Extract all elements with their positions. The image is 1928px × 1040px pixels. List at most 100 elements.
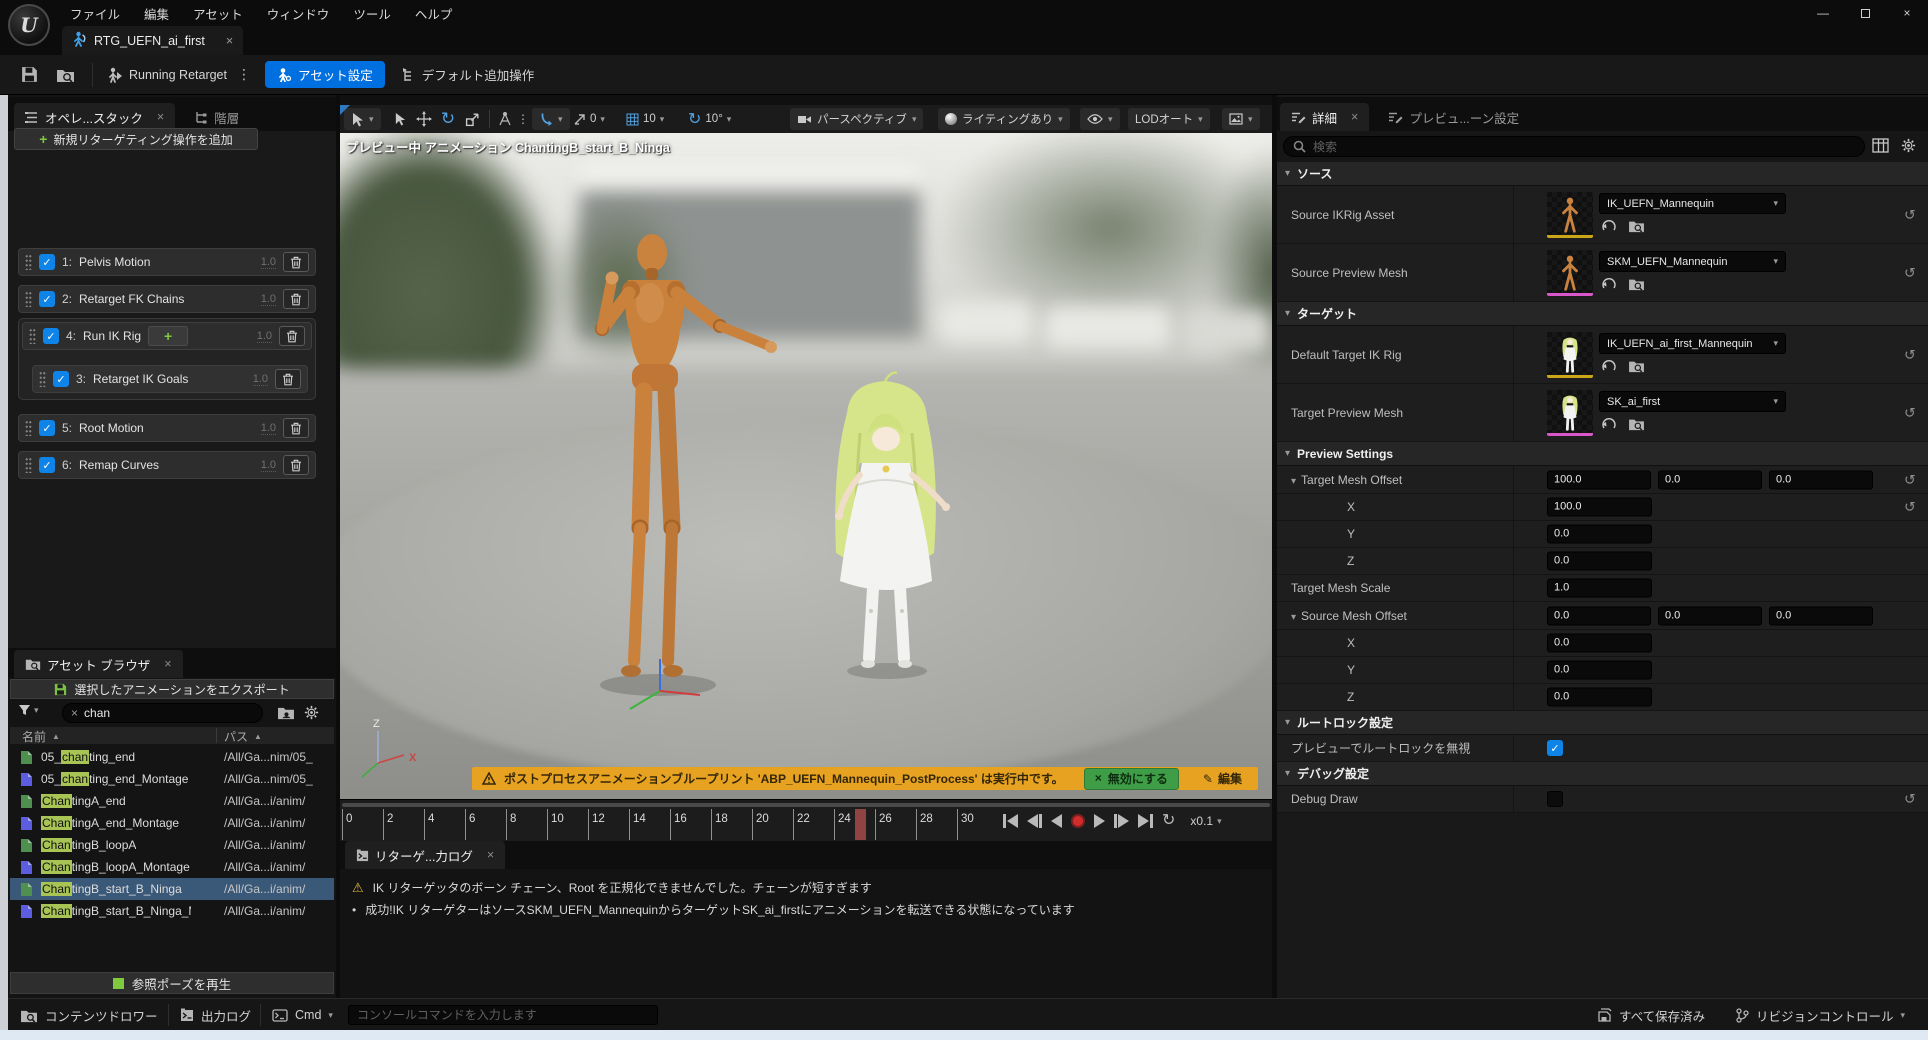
default-chain-ops-button[interactable]: デフォルト追加操作 [395,65,541,84]
asset-row[interactable]: 05_chanting_end /All/Ga...nim/05_ [10,746,334,768]
use-selected-asset-icon[interactable] [1601,277,1617,294]
op-weight-field[interactable]: 1.0 [261,422,276,435]
close-tab-icon[interactable]: × [487,848,494,862]
asset-row[interactable]: ChantingA_end /All/Ga...i/anim/ [10,790,334,812]
x-input[interactable]: 100.0 [1547,470,1651,489]
angle-snap-control[interactable]: 0▾ [573,108,605,130]
collapse-arrow-icon[interactable]: ▾ [1285,308,1290,319]
maximize-button[interactable] [1844,0,1886,26]
asset-row[interactable]: ChantingB_loopA /All/Ga...i/anim/ [10,834,334,856]
cmd-selector[interactable]: Cmd▾ [272,999,333,1031]
reset-to-default-icon[interactable]: ↺ [1904,206,1916,223]
asset-thumbnail[interactable] [1547,332,1593,378]
to-front-button[interactable] [1003,814,1018,828]
perspective-selector[interactable]: パースペクティブ▾ [790,108,923,130]
asset-row[interactable]: ChantingA_end_Montage /All/Ga...i/anim/ [10,812,334,834]
add-ik-rig-button[interactable]: + [148,326,188,346]
op-item[interactable]: ✓ 1: Pelvis Motion 1.0 [18,248,316,276]
z-input[interactable]: 0.0 [1769,606,1873,625]
close-tab-icon[interactable]: × [157,110,164,124]
op-weight-field[interactable]: 1.0 [253,373,268,386]
tab-asset-browser[interactable]: アセット ブラウザ× [14,650,183,678]
details-section-header[interactable]: ▾ソース [1277,162,1928,186]
op-item[interactable]: ✓ 6: Remap Curves 1.0 [18,451,316,479]
step-backward-button[interactable] [1027,814,1042,828]
use-selected-asset-icon[interactable] [1601,417,1617,434]
value-input[interactable]: 0.0 [1547,525,1652,544]
close-button[interactable]: × [1886,0,1928,26]
op-item[interactable]: ✓ 5: Root Motion 1.0 [18,414,316,442]
dismiss-warning-icon[interactable]: × [456,771,462,783]
to-end-button[interactable] [1138,814,1153,828]
asset-row[interactable]: ChantingB_loopA_Montage /All/Ga...i/anim… [10,856,334,878]
asset-thumbnail[interactable] [1547,390,1593,436]
asset-dropdown[interactable]: IK_UEFN_Mannequin▾ [1599,193,1786,214]
browse-to-asset-icon[interactable] [1628,359,1645,376]
browse-to-asset-icon[interactable] [1628,277,1645,294]
snap-pose-button[interactable]: ▾ [532,108,570,130]
playhead[interactable] [855,809,866,840]
drag-handle-icon[interactable] [39,371,46,387]
details-section-header[interactable]: ▾ターゲット [1277,302,1928,326]
column-path[interactable]: パス▲ [224,728,262,745]
menu-item-2[interactable]: アセット [181,0,255,27]
delete-op-button[interactable] [283,252,309,272]
expand-arrow-icon[interactable]: ▾ [1291,612,1296,623]
tab-retarget-log[interactable]: リターゲ...力ログ× [345,841,505,869]
y-input[interactable]: 0.0 [1658,606,1762,625]
folder-icon[interactable] [277,705,295,723]
delete-op-button[interactable] [275,369,301,389]
delete-op-button[interactable] [283,289,309,309]
play-reverse-button[interactable] [1051,814,1062,828]
value-input[interactable]: 1.0 [1547,579,1652,598]
op-item[interactable]: ✓ 3: Retarget IK Goals 1.0 [32,365,308,393]
lighting-mode-selector[interactable]: ライティングあり▾ [938,108,1070,130]
value-input[interactable]: 0.0 [1547,661,1652,680]
browse-to-asset-icon[interactable] [1628,417,1645,434]
tab-rtg-uefn-ai-first[interactable]: RTG_UEFN_ai_first × [62,26,243,55]
viewport-kebab-icon[interactable]: ⋮ [517,108,529,130]
output-log-button[interactable]: 出力ログ [180,999,251,1031]
filter-button[interactable]: ▾ [18,704,39,716]
collapse-arrow-icon[interactable]: ▾ [1285,448,1290,459]
y-input[interactable]: 0.0 [1658,470,1762,489]
collapse-arrow-icon[interactable]: ▾ [1285,768,1290,779]
play-reference-pose-button[interactable]: 参照ポーズを再生 [10,972,334,994]
settings-gear-icon[interactable] [304,705,319,723]
drag-handle-icon[interactable] [25,457,32,473]
asset-dropdown[interactable]: SKM_UEFN_Mannequin▾ [1599,251,1786,272]
rotate-tool-icon[interactable]: ↻ [438,108,458,130]
reset-to-default-icon[interactable]: ↺ [1904,791,1916,808]
menu-item-3[interactable]: ウィンドウ [255,0,342,27]
details-section-header[interactable]: ▾Preview Settings [1277,442,1928,466]
tab-hierarchy[interactable]: 階層 [183,103,250,131]
drag-handle-icon[interactable] [25,254,32,270]
collapse-arrow-icon[interactable]: ▾ [1285,717,1290,728]
console-command-input[interactable] [357,1008,637,1022]
op-weight-field[interactable]: 1.0 [261,459,276,472]
op-enabled-checkbox[interactable]: ✓ [53,371,69,387]
tab-op-stack[interactable]: オペレ...スタック× [14,103,175,131]
revision-control-button[interactable]: リビジョンコントロール▾ [1735,999,1905,1031]
play-button[interactable] [1094,814,1105,828]
asset-dropdown[interactable]: SK_ai_first▾ [1599,391,1786,412]
running-retarget-button[interactable]: Running Retarget [101,67,233,83]
drag-handle-icon[interactable] [25,420,32,436]
op-enabled-checkbox[interactable]: ✓ [39,291,55,307]
asset-thumbnail[interactable] [1547,250,1593,296]
op-enabled-checkbox[interactable]: ✓ [39,457,55,473]
loop-button[interactable]: ↻ [1162,814,1175,828]
drag-handle-icon[interactable] [25,291,32,307]
z-input[interactable]: 0.0 [1769,470,1873,489]
content-drawer-button[interactable]: コンテンツドロワー [20,999,158,1031]
collapse-arrow-icon[interactable]: ▾ [1285,168,1290,179]
asset-row[interactable]: ChantingB_start_B_Ninga /All/Ga...i/anim… [10,878,334,900]
value-input[interactable]: 0.0 [1547,688,1652,707]
use-selected-asset-icon[interactable] [1601,359,1617,376]
clear-search-icon[interactable]: × [71,706,78,720]
reset-to-default-icon[interactable]: ↺ [1904,264,1916,281]
step-forward-button[interactable] [1114,814,1129,828]
op-weight-field[interactable]: 1.0 [261,293,276,306]
screenshot-button[interactable]: ▾ [1222,108,1260,130]
reset-to-default-icon[interactable]: ↺ [1904,471,1916,488]
